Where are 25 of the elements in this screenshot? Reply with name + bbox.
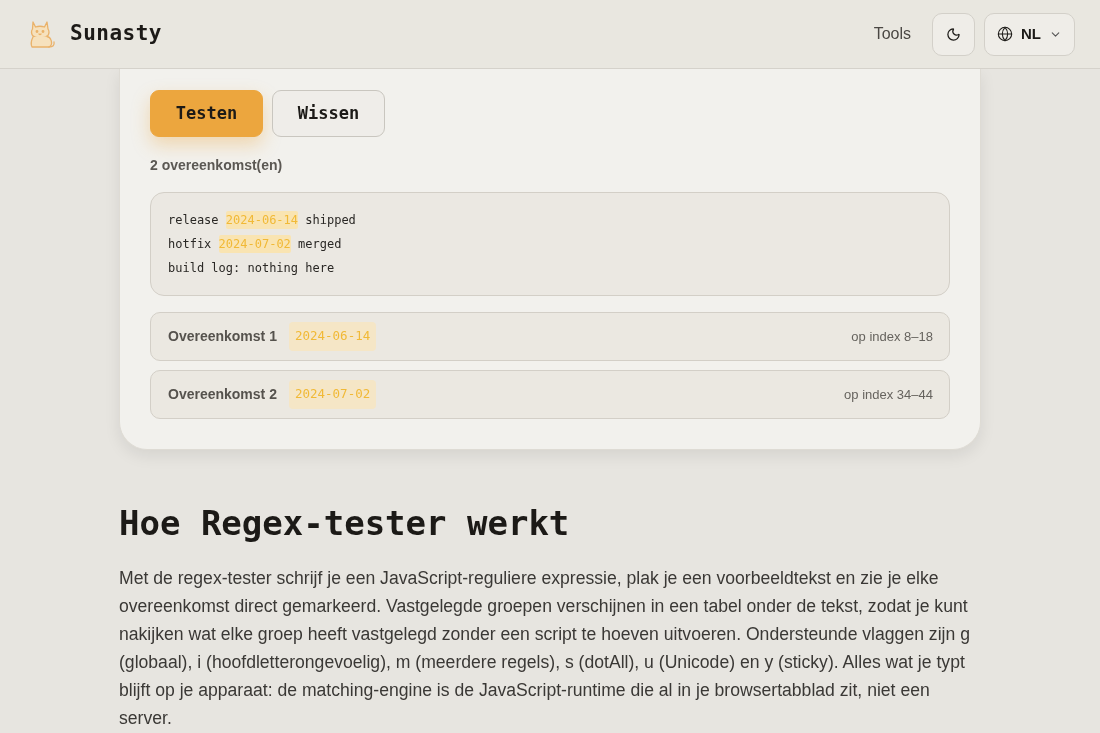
match-value: 2024-07-02 <box>288 380 377 409</box>
section-heading: Hoe Regex-tester werkt <box>119 503 571 543</box>
match-position: op index 8–18 <box>851 327 933 346</box>
moon-icon <box>946 26 961 42</box>
brand-name[interactable]: Sunasty <box>70 18 162 50</box>
match-position: op index 34–44 <box>844 385 933 404</box>
test-button[interactable]: Testen <box>150 90 263 137</box>
nav-link[interactable]: Tools <box>873 22 911 46</box>
theme-toggle-button[interactable] <box>932 12 975 56</box>
match-highlight: 2024-06-14 <box>225 211 299 229</box>
code-text: release <box>168 212 220 229</box>
test-text-field[interactable]: release 2024-06-14 shipped hotfix 2024-07-02 merged build log: nothing here <box>150 192 950 296</box>
match-value: 2024-06-14 <box>288 322 377 351</box>
code-text: merged <box>297 236 342 253</box>
clear-button[interactable]: Wissen <box>272 90 385 137</box>
match-label: Overeenkomst 1 <box>168 327 277 346</box>
globe-icon <box>997 26 1013 42</box>
match-highlight: 2024-07-02 <box>218 235 291 253</box>
code-text: build log: nothing here <box>168 260 335 277</box>
section-paragraph: Met de regex-tester schrijf je een JavaScript-reguliere expressie, plak je een voorbeeldtekst en zie je elke overeenkomst direct gemarkeerd. Vastgelegde groepen verschijnen in een tabel onder de tekst, zodat je kunt nakijken wat elke groep heeft vastgelegd zonder een script te hoeven uitvoeren. Ondersteunde vlaggen zijn g (globaal), i (hoofdletterongevoelig), m (meerdere regels), s (dotAll), u (Unicode) en y (sticky). Alles wat je typt blijft op je apparaat: de matching-engine is de JavaScript-runtime die al in je browsertabblad zit, niet een server. <box>119 567 971 730</box>
match-label: Overeenkomst 2 <box>168 385 277 404</box>
match-count: 2 overeenkomst(en) <box>150 156 284 175</box>
language-button[interactable]: NL <box>984 12 1075 56</box>
code-text: hotfix <box>168 236 213 253</box>
code-text: shipped <box>304 212 356 229</box>
